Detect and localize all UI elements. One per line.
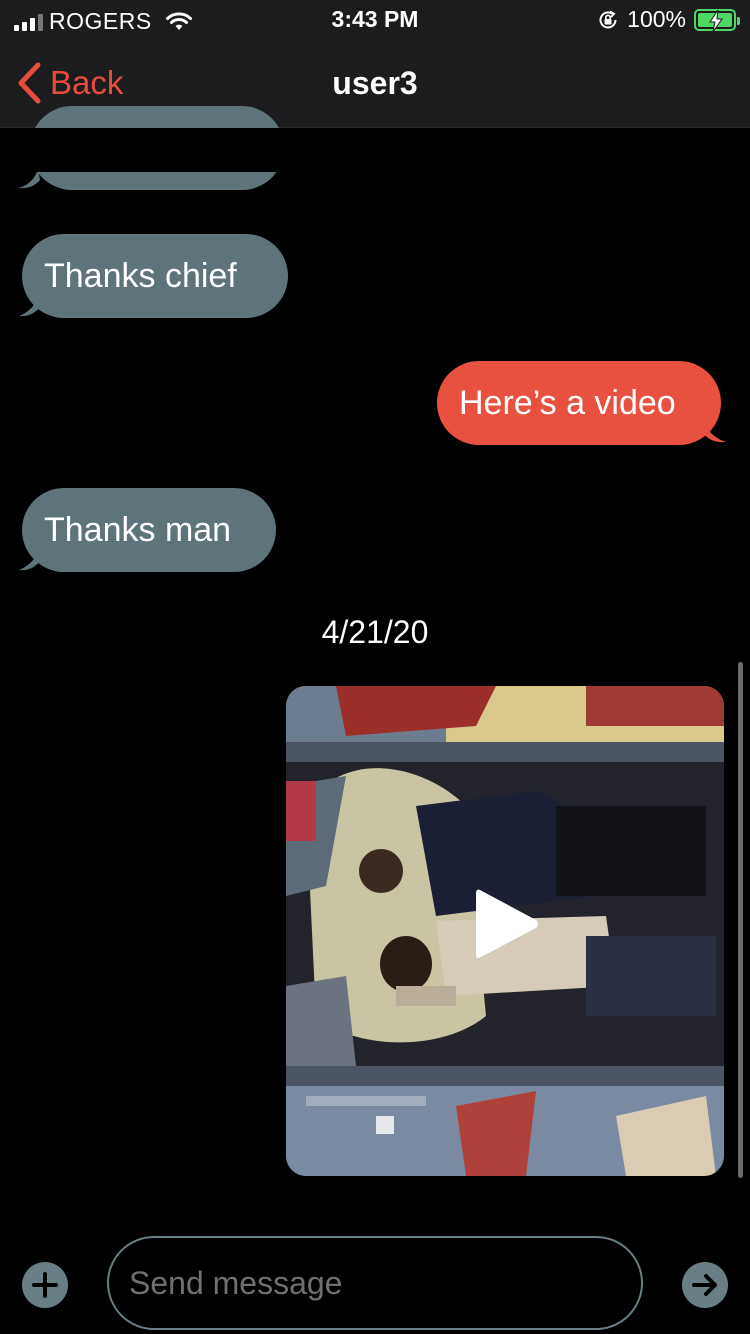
send-button[interactable] (682, 1262, 728, 1308)
bubble-tail (702, 420, 726, 443)
play-icon[interactable] (472, 884, 542, 964)
message-bubble-incoming[interactable]: Thanks man (22, 488, 276, 572)
arrow-right-icon (692, 1274, 717, 1296)
status-right: 100% (597, 6, 740, 33)
add-attachment-button[interactable] (22, 1262, 68, 1308)
date-separator: 4/21/20 (321, 614, 429, 650)
message-text: Here’s a video (459, 384, 676, 422)
scroll-clip (0, 128, 750, 172)
status-bar: ROGERS 3:43 PM 100% (0, 0, 750, 40)
message-bubble-incoming[interactable]: Thanks chief (22, 234, 288, 318)
scrollbar[interactable] (738, 662, 743, 1178)
bubble-tail (19, 548, 41, 571)
bubble-tail (19, 294, 41, 317)
message-text: Thanks chief (44, 257, 237, 295)
video-message[interactable] (286, 686, 724, 1176)
message-bubble-outgoing[interactable]: Here’s a video (437, 361, 721, 445)
plus-icon (32, 1272, 58, 1298)
message-text: Thanks man (44, 511, 232, 549)
message-input[interactable] (107, 1236, 643, 1330)
orientation-lock-icon (599, 10, 617, 28)
battery-charging-icon (694, 8, 740, 32)
battery-percent: 100% (627, 6, 686, 32)
conversation-title: user3 (332, 65, 418, 101)
